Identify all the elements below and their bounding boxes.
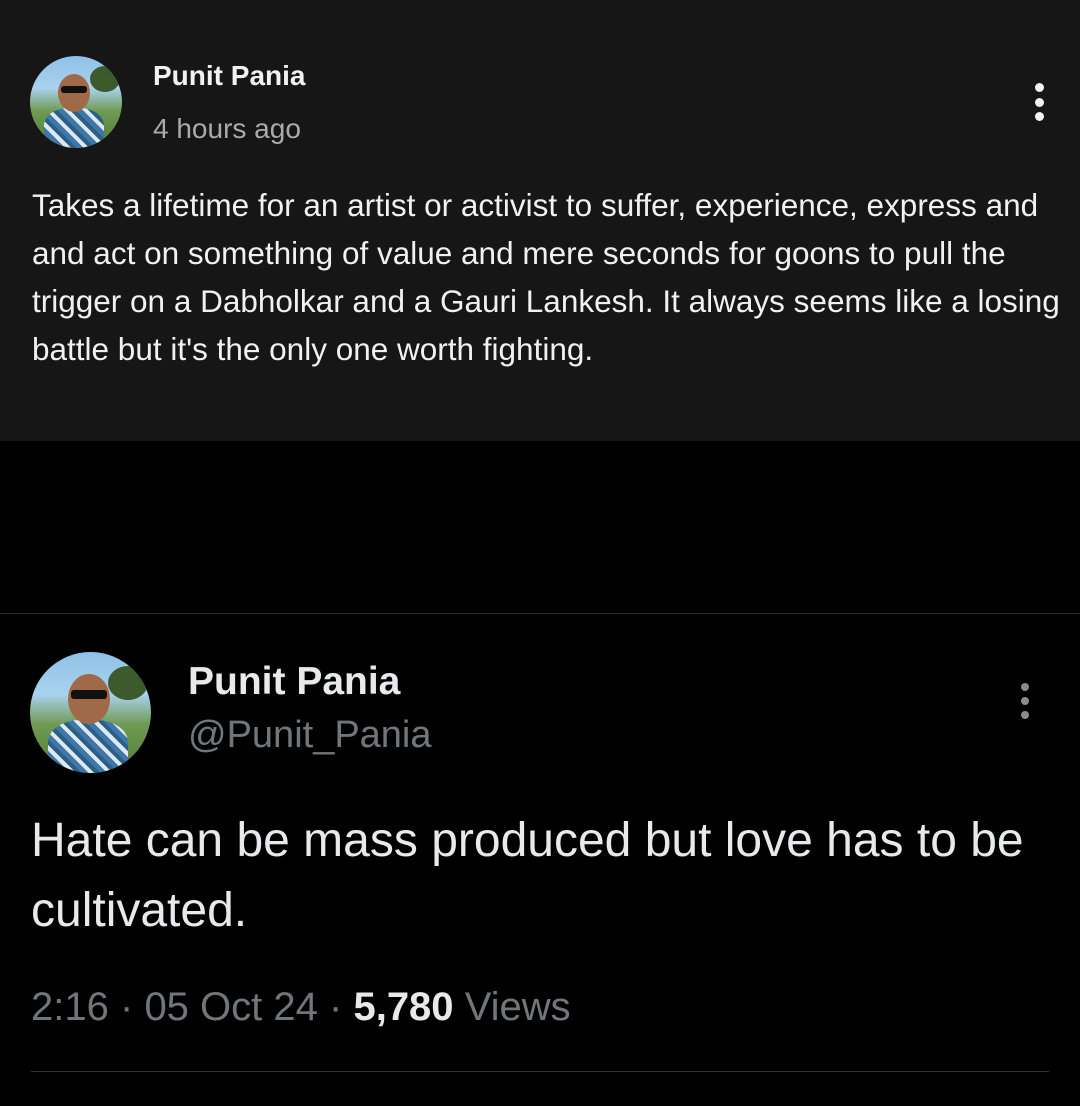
more-options-icon[interactable] — [1016, 683, 1034, 719]
tweet-date[interactable]: 05 Oct 24 — [144, 985, 317, 1029]
avatar-shirt — [48, 720, 128, 773]
tweet-meta: 2:16 · 05 Oct 24 · 5,780 Views — [31, 985, 571, 1030]
avatar-background — [90, 66, 120, 92]
avatar[interactable] — [30, 652, 151, 773]
divider — [31, 1071, 1049, 1072]
avatar-shirt — [44, 108, 104, 148]
tweet-author-name[interactable]: Punit Pania — [188, 660, 400, 704]
comment-text: Takes a lifetime for an artist or activi… — [32, 187, 1060, 367]
separator: · — [119, 985, 134, 1029]
avatar-sunglasses — [71, 690, 107, 699]
avatar[interactable] — [30, 56, 122, 148]
avatar-face — [58, 74, 90, 112]
tweet-text: Hate can be mass produced but love has t… — [31, 814, 1024, 937]
comment-card: Punit Pania 4 hours ago Takes a lifetime… — [0, 0, 1080, 441]
views-label: Views — [464, 985, 571, 1029]
avatar-sunglasses — [61, 86, 87, 93]
divider — [0, 613, 1080, 614]
more-options-icon[interactable] — [1030, 83, 1048, 121]
separator: · — [329, 985, 343, 1029]
avatar-background — [108, 666, 148, 700]
author-name[interactable]: Punit Pania — [153, 60, 305, 92]
tweet-handle[interactable]: @Punit_Pania — [188, 714, 432, 757]
post-timestamp: 4 hours ago — [153, 113, 301, 144]
views-count: 5,780 — [353, 985, 454, 1029]
avatar-face — [68, 674, 110, 724]
tweet-time[interactable]: 2:16 — [31, 985, 109, 1029]
